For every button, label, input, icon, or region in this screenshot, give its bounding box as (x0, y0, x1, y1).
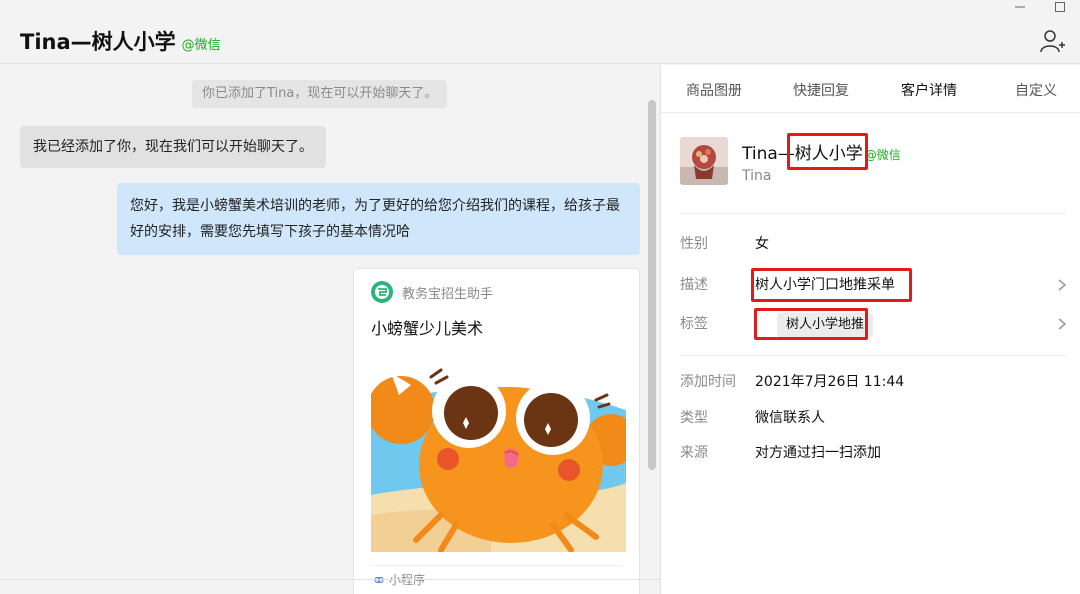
maximize-icon[interactable] (1040, 0, 1080, 14)
mini-program-logo-icon (371, 281, 393, 303)
card-header: 教务宝招生助手 (371, 281, 493, 303)
add-contact-icon[interactable] (1040, 28, 1066, 54)
chat-header: Tina—树人小学 @微信 (0, 0, 1080, 64)
card-divider (371, 565, 622, 566)
crab-illustration (371, 365, 626, 552)
chat-scrollbar[interactable] (648, 100, 656, 470)
row-source: 来源 对方通过扫一扫添加 (680, 441, 1066, 465)
divider (680, 213, 1066, 214)
type-value: 微信联系人 (755, 410, 825, 426)
row-added-time: 添加时间 2021年7月26日 11:44 (680, 370, 1066, 394)
tab-product-album[interactable]: 商品图册 (686, 80, 742, 100)
source-label: 来源 (680, 445, 708, 461)
description-label: 描述 (680, 277, 708, 293)
input-toolbar (0, 579, 660, 594)
incoming-message-bubble[interactable]: 我已经添加了你，现在我们可以开始聊天了。 (20, 126, 326, 168)
chat-area[interactable]: 你已添加了Tina，现在可以开始聊天了。 我已经添加了你，现在我们可以开始聊天了… (0, 65, 660, 594)
highlight-box-tag (754, 308, 868, 340)
type-label: 类型 (680, 410, 708, 426)
chat-title: Tina—树人小学 (20, 30, 176, 54)
highlight-box-name (787, 133, 868, 170)
avatar[interactable] (680, 137, 728, 185)
divider (680, 355, 1066, 356)
card-source: 教务宝招生助手 (402, 286, 494, 302)
minimize-icon[interactable] (1000, 0, 1040, 14)
wechat-tag: @微信 (181, 38, 221, 53)
chat-title-group: Tina—树人小学 @微信 (20, 26, 221, 56)
window-controls (1000, 0, 1080, 14)
panel-tabs: 商品图册 快捷回复 客户详情 自定义 (661, 65, 1080, 113)
added-time-label: 添加时间 (680, 374, 736, 390)
system-message: 你已添加了Tina，现在可以开始聊天了。 (192, 80, 448, 108)
gender-label: 性别 (680, 236, 708, 252)
wechat-window: Tina—树人小学 @微信 你已添加了Tina，现在可以开始聊天了。 我已经添加… (0, 0, 1080, 594)
added-time-value: 2021年7月26日 11:44 (755, 374, 905, 390)
mini-program-card[interactable]: 教务宝招生助手 小螃蟹少儿美术 小程序 (353, 268, 640, 594)
tags-label: 标签 (680, 316, 708, 332)
row-gender: 性别 女 (680, 232, 1066, 256)
customer-panel: 商品图册 快捷回复 客户详情 自定义 Tina—树人小学 @微信 Tina 性别… (660, 65, 1080, 594)
gender-value: 女 (755, 236, 769, 252)
contact-wechat-tag: @微信 (864, 148, 901, 162)
chevron-right-icon[interactable] (1058, 279, 1066, 291)
source-value: 对方通过扫一扫添加 (755, 445, 881, 461)
tab-quick-reply[interactable]: 快捷回复 (793, 80, 849, 100)
card-title: 小螃蟹少儿美术 (371, 319, 484, 338)
tab-custom[interactable]: 自定义 (1015, 80, 1057, 100)
tab-customer-details[interactable]: 客户详情 (901, 80, 957, 100)
chevron-right-icon[interactable] (1058, 318, 1066, 330)
row-tags[interactable]: 标签 树人小学地推 (680, 312, 1066, 337)
outgoing-message-bubble[interactable]: 您好，我是小螃蟹美术培训的老师，为了更好的给您介绍我们的课程，给孩子最好的安排，… (117, 183, 640, 255)
contact-nickname: Tina (742, 168, 772, 184)
highlight-box-description (751, 268, 912, 302)
row-type: 类型 微信联系人 (680, 406, 1066, 430)
